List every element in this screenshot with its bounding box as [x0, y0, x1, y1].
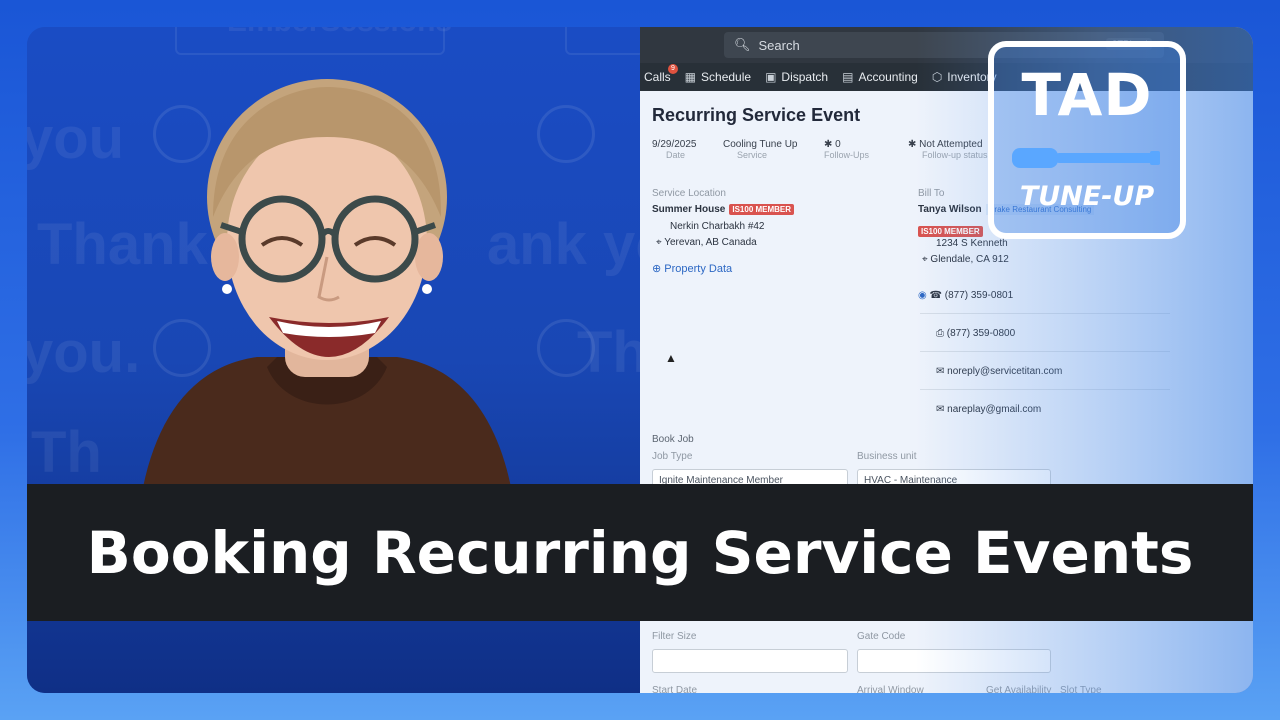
meta-label: Follow-Ups [824, 150, 870, 160]
meta-value: 0 [835, 139, 841, 150]
background-word: you [27, 106, 125, 171]
caption-bar: Booking Recurring Service Events [27, 484, 1253, 621]
location-address-text: Yerevan, AB Canada [664, 237, 757, 248]
bill-to-address-line1: 1234 S Kenneth [936, 238, 1008, 249]
ledger-icon: ▤ [842, 70, 854, 84]
nav-item-inventory[interactable]: ⬡ Inventory [932, 70, 997, 84]
phone-text: (877) 359-0800 [946, 328, 1016, 339]
truck-icon: ▣ [765, 70, 777, 84]
search-placeholder: Search [758, 37, 800, 53]
phone-text: (877) 359-0801 [944, 290, 1014, 301]
location-address-line2: ⌖ Yerevan, AB Canada [656, 237, 757, 248]
property-data-link[interactable]: ⊕ Property Data [652, 262, 732, 275]
meta-follow-ups: ✱ 0 Follow-Ups [824, 139, 869, 160]
job-type-label: Job Type [652, 451, 693, 462]
tad-tune-up-logo: TAD TUNE-UP [988, 41, 1186, 239]
meta-label: Follow-up status [922, 150, 988, 160]
caption-text: Booking Recurring Service Events [86, 518, 1194, 587]
location-name[interactable]: Summer House [652, 204, 725, 215]
filter-size-input[interactable] [652, 649, 848, 673]
nav-item-schedule[interactable]: ▦ Schedule [685, 70, 751, 84]
chat-icon: ◉ [918, 290, 930, 301]
customer-name[interactable]: Tanya Wilson [918, 204, 982, 215]
background-word: Th [31, 420, 102, 485]
arrival-window-label: Arrival Window [857, 685, 924, 693]
cube-icon: ⬡ [931, 70, 943, 84]
background-banner [565, 27, 640, 55]
bill-to-tag-row: IS100 MEMBER [918, 221, 983, 239]
bill-to-email-1[interactable]: ✉ noreply@servicetitan.com [936, 366, 1062, 377]
envelope-icon: ✉ [936, 404, 948, 415]
meta-date: 9/29/2025 Date [652, 139, 697, 160]
bill-to-phone-2[interactable]: ⎙ (877) 359-0800 [936, 328, 1015, 339]
bill-to-phone-1[interactable]: ◉ ☎ (877) 359-0801 [918, 290, 1013, 301]
filter-size-label: Filter Size [652, 631, 697, 642]
slot-type-label: Slot Type [1060, 685, 1102, 693]
asterisk-icon: ✱ [824, 139, 836, 150]
property-data-label: Property Data [664, 263, 733, 275]
email-text: nareplay@gmail.com [947, 404, 1042, 415]
bill-to-address-text: Glendale, CA 912 [930, 254, 1009, 265]
printer-icon: ⎙ [936, 328, 947, 339]
business-unit-label: Business unit [857, 451, 917, 462]
background-word: Th [577, 320, 640, 385]
divider [920, 389, 1170, 390]
meta-value: Not Attempted [919, 139, 983, 150]
logo-title: TAD [1021, 61, 1153, 129]
service-location-heading: Service Location [652, 188, 726, 199]
asterisk-icon: ✱ [908, 139, 920, 150]
presenter-photo [137, 79, 517, 527]
meta-follow-up-status: ✱ Not Attempted Follow-up status [908, 139, 988, 160]
bill-to-email-2[interactable]: ✉ nareplay@gmail.com [936, 404, 1041, 415]
nav-item-calls[interactable]: Calls 9 [644, 64, 678, 84]
nav-label: Calls [644, 70, 671, 84]
meta-label: Date [666, 150, 686, 160]
book-job-heading: Book Job [652, 434, 694, 445]
search-icon: 🔍︎ [734, 37, 751, 52]
nav-item-accounting[interactable]: ▤ Accounting [842, 70, 918, 84]
flame-logo-icon [537, 105, 595, 163]
meta-label: Service [737, 150, 768, 160]
get-availability-label: Get Availability [986, 685, 1052, 693]
gate-code-label: Gate Code [857, 631, 906, 642]
envelope-icon: ✉ [936, 366, 948, 377]
service-location-name-row: Summer House IS100 MEMBER [652, 204, 795, 215]
start-date-label: Start Date [652, 685, 698, 693]
member-tag: IS100 MEMBER [918, 226, 983, 237]
mouse-cursor-icon: ▲ [665, 351, 677, 365]
plus-circle-icon: ⊕ [652, 263, 665, 275]
location-address-line1: Nerkin Charbakh #42 [670, 221, 765, 232]
bill-to-heading: Bill To [918, 188, 945, 199]
meta-service: Cooling Tune Up Service [723, 139, 798, 160]
nav-item-dispatch[interactable]: ▣ Dispatch [765, 70, 828, 84]
nav-label: Dispatch [781, 70, 829, 84]
notification-badge: 9 [668, 64, 678, 74]
meta-value: 9/29/2025 [652, 139, 697, 150]
calendar-icon: ▦ [684, 70, 697, 84]
gate-code-input[interactable] [857, 649, 1051, 673]
meta-value: Cooling Tune Up [723, 139, 798, 150]
map-pin-icon: ⌖ [656, 237, 665, 248]
nav-label: Accounting [858, 70, 918, 84]
divider [920, 313, 1170, 314]
logo-subtitle: TUNE-UP [1019, 181, 1155, 212]
phone-icon: ☎ [929, 290, 945, 301]
page-title: Recurring Service Event [652, 105, 861, 125]
background-word: EmberSessions [227, 27, 452, 39]
nav-label: Schedule [701, 70, 752, 84]
email-text: noreply@servicetitan.com [947, 366, 1063, 377]
divider [920, 351, 1170, 352]
bill-to-address-line2: ⌖ Glendale, CA 912 [922, 254, 1009, 265]
member-tag: IS100 MEMBER [729, 204, 795, 215]
screwdriver-icon [1012, 148, 1160, 168]
